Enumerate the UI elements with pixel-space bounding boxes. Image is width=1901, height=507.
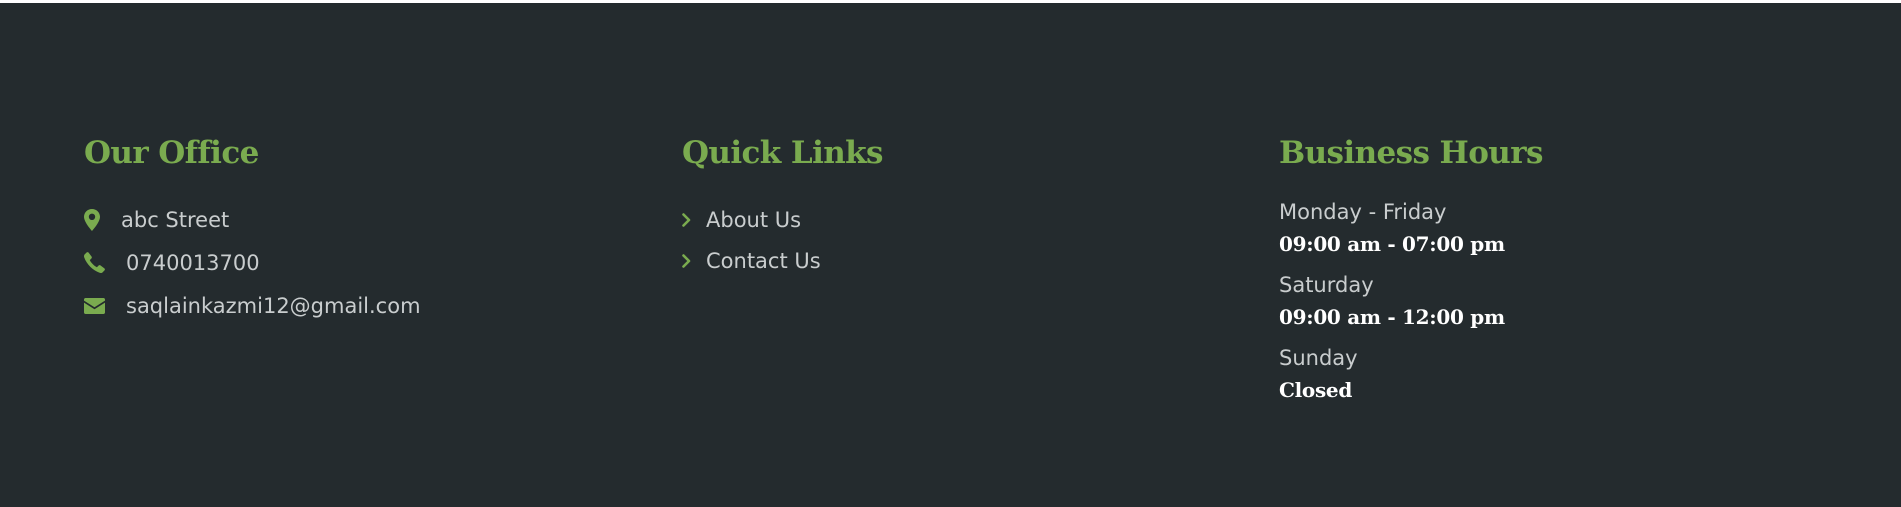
hours-time-saturday: 09:00 am - 12:00 pm	[1279, 305, 1505, 329]
office-section: Our Office abc Street 0740013700 saqlain…	[84, 133, 604, 327]
hours-list: Monday - Friday 09:00 am - 07:00 pm Satu…	[1279, 197, 1839, 416]
contact-list: abc Street 0740013700 saqlainkazmi12@gma…	[84, 198, 604, 327]
hours-day-sunday: Sunday	[1279, 346, 1358, 370]
map-marker-icon	[84, 208, 106, 231]
contact-email: saqlainkazmi12@gmail.com	[84, 284, 604, 327]
hours-day-saturday: Saturday	[1279, 273, 1374, 297]
link-contact-us-label[interactable]: Contact Us	[706, 249, 821, 273]
link-about-us[interactable]: About Us	[682, 199, 1202, 240]
phone-text: 0740013700	[126, 250, 260, 275]
business-hours-section: Business Hours Monday - Friday 09:00 am …	[1279, 133, 1839, 416]
hours-time-sunday: Closed	[1279, 378, 1353, 402]
phone-icon	[84, 252, 106, 274]
hours-time-weekdays: 09:00 am - 07:00 pm	[1279, 232, 1505, 256]
contact-phone: 0740013700	[84, 241, 604, 284]
address-text: abc Street	[121, 207, 230, 232]
chevron-right-icon	[682, 212, 694, 228]
office-heading: Our Office	[84, 135, 259, 171]
quick-links-section: Quick Links About Us Contact Us	[682, 133, 1202, 281]
contact-address: abc Street	[84, 198, 604, 241]
link-about-us-label[interactable]: About Us	[706, 208, 801, 232]
hours-day-weekdays: Monday - Friday	[1279, 200, 1447, 224]
quick-links-heading: Quick Links	[682, 135, 884, 171]
site-footer: Our Office abc Street 0740013700 saqlain…	[0, 3, 1901, 507]
chevron-right-icon	[682, 253, 694, 269]
envelope-icon	[84, 295, 106, 317]
quick-links-list: About Us Contact Us	[682, 199, 1202, 281]
link-contact-us[interactable]: Contact Us	[682, 240, 1202, 281]
business-hours-heading: Business Hours	[1279, 135, 1543, 171]
email-text: saqlainkazmi12@gmail.com	[126, 293, 421, 318]
